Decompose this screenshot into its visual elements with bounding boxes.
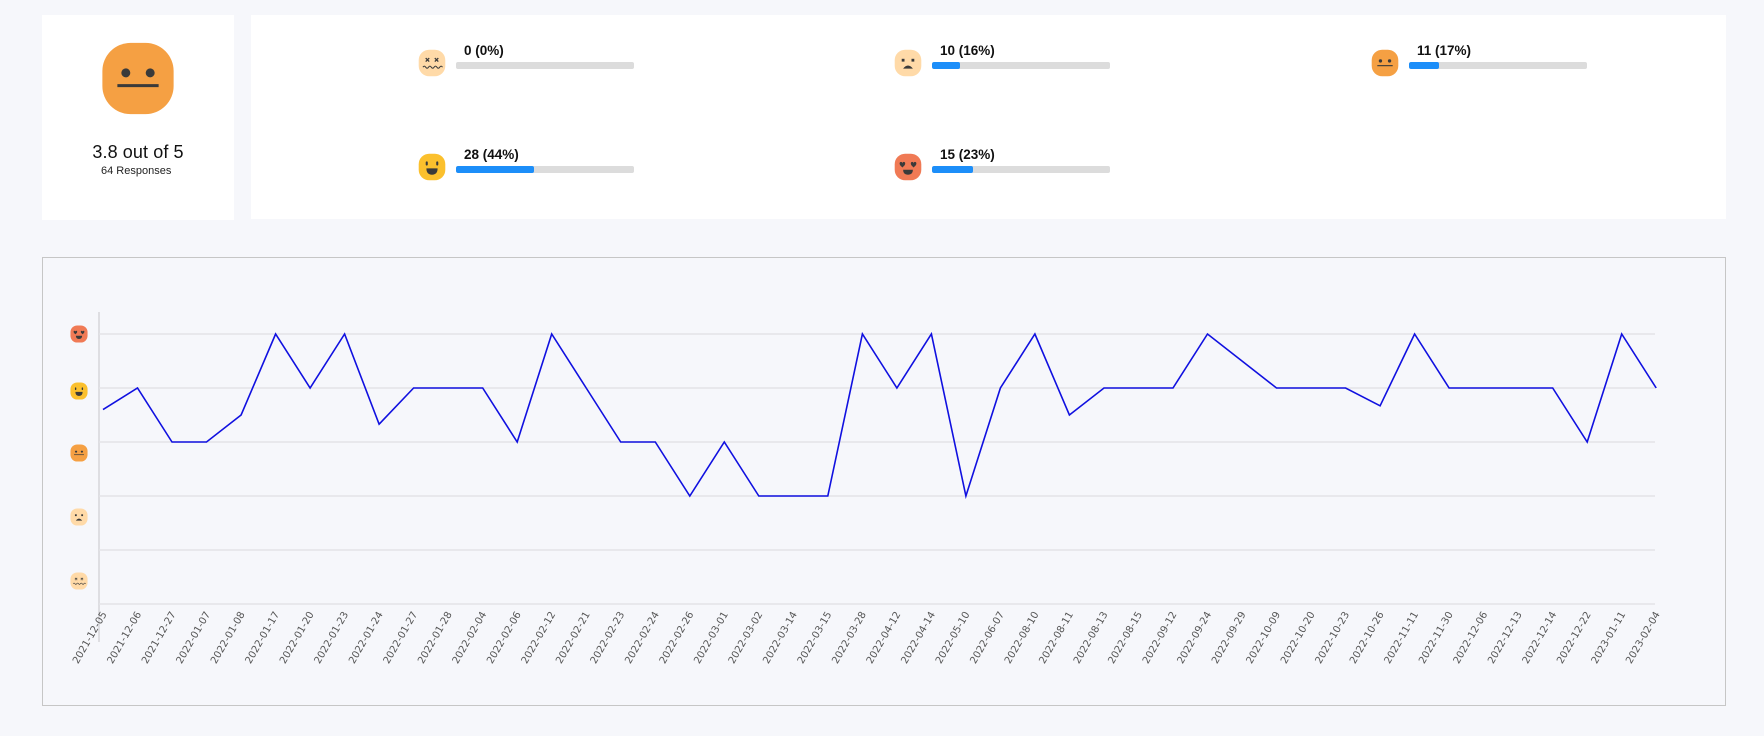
x-tick-label: 2022-03-01 [692, 610, 731, 666]
x-tick-label: 2022-09-12 [1141, 610, 1180, 666]
x-tick-label: 2022-04-12 [865, 610, 904, 666]
x-tick-label: 2022-01-28 [416, 610, 455, 666]
heart-eyes-face-icon [894, 153, 922, 181]
x-tick-label: 2022-01-23 [313, 610, 352, 666]
x-tick-label: 2022-05-10 [934, 610, 973, 666]
x-tick-label: 2022-10-23 [1314, 610, 1353, 666]
rating-stat-label: 0 (0%) [464, 43, 504, 58]
x-tick-label: 2022-03-14 [761, 610, 800, 666]
x-tick-label: 2022-03-28 [830, 610, 869, 666]
dizzy-face-icon [70, 572, 88, 590]
rating-distribution-card: 0 (0%) 10 (16%) 11 (17%) 28 (44%) 15 (23… [251, 15, 1726, 219]
rating-progress-fill [932, 166, 973, 173]
rating-progress-fill [456, 166, 535, 173]
summary-card: 3.8 out of 5 64 Responses [42, 15, 234, 220]
rating-progress-bar [456, 166, 634, 173]
rating-progress-bar [456, 62, 634, 69]
rating-stat-3: 11 (17%) [1371, 41, 1611, 81]
dizzy-face-icon [418, 49, 446, 77]
response-count: 64 Responses [101, 165, 172, 177]
rating-stat-label: 11 (17%) [1417, 43, 1472, 58]
x-tick-label: 2021-12-27 [140, 610, 179, 666]
x-tick-label: 2022-08-13 [1072, 610, 1111, 666]
rating-stat-label: 15 (23%) [940, 147, 995, 162]
x-tick-label: 2022-12-14 [1521, 610, 1560, 666]
rating-trend-chart: 2021-12-05 2021-12-06 2021-12-27 2022-01-07… [42, 257, 1726, 706]
average-score: 3.8 out of 5 [92, 142, 184, 162]
x-tick-label: 2022-01-20 [278, 610, 317, 666]
sad-face-icon [894, 49, 922, 77]
x-tick-label: 2022-02-12 [520, 610, 559, 666]
happy-face-icon [418, 153, 446, 181]
x-tick-label: 2022-11-30 [1417, 610, 1456, 666]
heart-eyes-face-icon [70, 325, 88, 343]
x-tick-label: 2023-01-11 [1590, 610, 1629, 666]
x-tick-label: 2022-09-29 [1210, 610, 1249, 666]
x-tick-label: 2022-06-07 [968, 610, 1007, 666]
x-tick-label: 2022-11-11 [1383, 610, 1422, 666]
neutral-face-icon [1371, 49, 1399, 77]
x-tick-label: 2022-02-06 [485, 610, 524, 666]
neutral-face-icon [70, 444, 88, 462]
line-chart: 2021-12-052021-12-062021-12-272022-01-07… [70, 312, 1663, 666]
neutral-face-icon [100, 41, 176, 116]
rating-stat-label: 28 (44%) [464, 147, 519, 162]
series-line [102, 331, 1657, 500]
x-tick-label: 2022-08-11 [1037, 610, 1076, 666]
x-tick-label: 2022-09-24 [1176, 610, 1215, 666]
x-tick-label: 2023-02-04 [1624, 610, 1663, 666]
x-tick-label: 2022-02-21 [554, 610, 593, 666]
x-tick-label: 2022-08-15 [1106, 610, 1145, 666]
x-tick-label: 2022-02-04 [451, 610, 490, 666]
rating-stat-1: 0 (0%) [418, 41, 658, 81]
x-tick-label: 2022-01-08 [209, 610, 248, 666]
sad-face-icon [70, 508, 88, 526]
x-tick-label: 2022-02-23 [589, 610, 628, 666]
rating-progress-fill [1409, 62, 1440, 69]
x-tick-label: 2022-03-02 [727, 610, 766, 666]
x-tick-label: 2022-02-24 [623, 610, 662, 666]
rating-progress-bar [932, 62, 1110, 69]
rating-stat-label: 10 (16%) [940, 43, 995, 58]
x-tick-label: 2022-08-10 [1003, 610, 1042, 666]
x-tick-label: 2022-12-06 [1452, 610, 1491, 666]
x-tick-label: 2022-10-09 [1245, 610, 1284, 666]
x-tick-label: 2022-04-14 [899, 610, 938, 666]
x-tick-label: 2022-01-27 [382, 610, 421, 666]
x-tick-label: 2022-03-15 [796, 610, 835, 666]
x-tick-label: 2022-10-26 [1348, 610, 1387, 666]
x-tick-label: 2022-01-07 [175, 610, 214, 666]
x-tick-label: 2021-12-06 [106, 610, 145, 666]
rating-stat-2: 10 (16%) [894, 41, 1134, 81]
x-tick-label: 2022-01-17 [244, 610, 283, 666]
x-tick-label: 2022-01-24 [347, 610, 386, 666]
rating-progress-bar [1409, 62, 1587, 69]
rating-progress-bar [932, 166, 1110, 173]
x-tick-label: 2022-12-22 [1555, 610, 1594, 666]
x-tick-label: 2022-10-20 [1279, 610, 1318, 666]
rating-stat-5: 15 (23%) [894, 145, 1134, 185]
rating-stat-4: 28 (44%) [418, 145, 658, 185]
happy-face-icon [70, 382, 88, 400]
rating-progress-fill [932, 62, 961, 69]
x-tick-label: 2021-12-05 [71, 610, 110, 666]
x-tick-label: 2022-12-13 [1486, 610, 1525, 666]
x-tick-label: 2022-02-26 [658, 610, 697, 666]
